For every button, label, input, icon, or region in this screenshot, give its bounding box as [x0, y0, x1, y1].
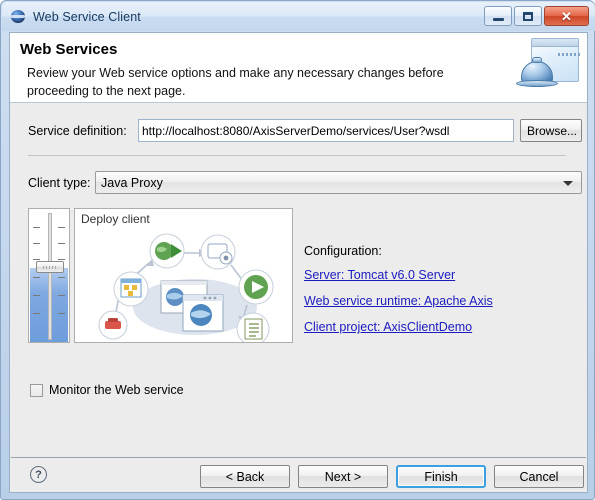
slider-thumb[interactable]	[36, 261, 64, 273]
minimize-icon	[492, 18, 504, 21]
configuration-title: Configuration:	[304, 244, 382, 258]
slider-track	[48, 213, 52, 340]
next-button[interactable]: Next >	[298, 465, 388, 488]
page-title: Web Services	[20, 41, 118, 58]
close-button[interactable]: ✕	[544, 6, 589, 26]
title-bar[interactable]: Web Service Client ✕	[2, 2, 595, 31]
chevron-down-icon	[563, 181, 573, 186]
minimize-button[interactable]	[484, 6, 512, 26]
restore-button[interactable]	[514, 6, 542, 26]
help-icon[interactable]: ?	[30, 466, 47, 483]
monitor-web-service-checkbox[interactable]: Monitor the Web service	[30, 383, 184, 397]
config-link-runtime[interactable]: Web service runtime: Apache Axis	[304, 294, 493, 308]
stage-slider[interactable]	[28, 208, 70, 343]
configuration-section: Configuration: Server: Tomcat v6.0 Serve…	[304, 244, 493, 346]
config-link-server[interactable]: Server: Tomcat v6.0 Server	[304, 268, 493, 282]
close-icon: ✕	[561, 8, 572, 24]
cancel-button[interactable]: Cancel	[494, 465, 584, 488]
separator	[28, 155, 566, 156]
application-window: Web Service Client ✕ Web Services Review…	[0, 0, 595, 500]
config-link-client-project[interactable]: Client project: AxisClientDemo	[304, 320, 493, 334]
page-description: Review your Web service options and make…	[27, 66, 444, 99]
window-title: Web Service Client	[33, 9, 141, 24]
service-definition-label: Service definition:	[28, 124, 127, 138]
checkbox-box[interactable]	[30, 383, 43, 397]
window-controls: ✕	[484, 6, 589, 26]
wizard-header: Web Services Review your Web service opt…	[10, 33, 587, 103]
deploy-client-illustration: Deploy client	[74, 208, 293, 343]
web-service-bell-icon	[509, 35, 582, 98]
monitor-web-service-label: Monitor the Web service	[49, 383, 184, 397]
client-type-row: Client type: Java Proxy	[10, 171, 587, 197]
client-type-dropdown[interactable]: Java Proxy	[95, 171, 582, 194]
service-definition-row: Service definition: Browse...	[10, 119, 587, 145]
illustration-title: Deploy client	[81, 212, 150, 226]
deploy-stage-panel: Deploy client	[28, 208, 293, 343]
workflow-diagram	[98, 233, 274, 342]
back-button[interactable]: < Back	[200, 465, 290, 488]
service-definition-input[interactable]	[138, 119, 514, 142]
wizard-dialog: Web Services Review your Web service opt…	[9, 32, 588, 493]
button-bar: ? < Back Next > Finish Cancel	[10, 458, 587, 492]
browse-button[interactable]: Browse...	[520, 119, 582, 142]
client-type-value: Java Proxy	[101, 175, 163, 190]
finish-button[interactable]: Finish	[396, 465, 486, 488]
restore-icon	[523, 11, 533, 21]
globe-icon	[11, 9, 26, 24]
client-type-label: Client type:	[28, 176, 91, 190]
